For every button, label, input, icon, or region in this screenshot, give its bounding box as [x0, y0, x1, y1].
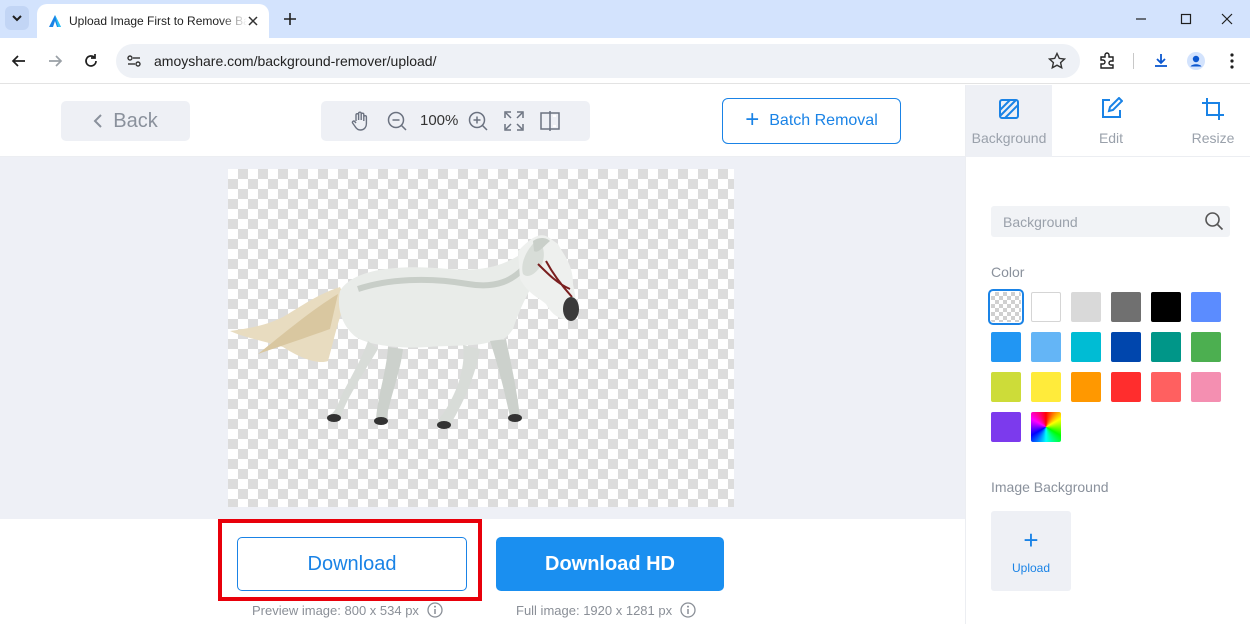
toolbar-divider [1133, 53, 1134, 69]
color-swatch[interactable] [991, 412, 1021, 442]
info-icon[interactable] [427, 602, 443, 618]
color-swatch[interactable] [991, 332, 1021, 362]
chevron-down-icon [12, 15, 22, 22]
info-icon[interactable] [680, 602, 696, 618]
zoom-level: 100% [420, 112, 459, 129]
tab-background[interactable]: Background [966, 85, 1052, 157]
color-swatch[interactable] [1071, 292, 1101, 322]
tab-edit[interactable]: Edit [1068, 85, 1154, 157]
tab-search-button[interactable] [5, 6, 29, 30]
panel-tabs: Background Edit Resize [965, 85, 1250, 157]
new-tab-icon[interactable] [280, 9, 300, 29]
editor-header: Back 100% + Batch Removal [0, 85, 965, 157]
browser-tab[interactable]: Upload Image First to Remove Background [37, 4, 269, 38]
color-swatch[interactable] [1151, 332, 1181, 362]
color-swatch[interactable] [1191, 332, 1221, 362]
plus-icon: + [745, 106, 760, 133]
background-search-input[interactable] [991, 206, 1191, 237]
preview-size-text: Preview image: 800 x 534 px [252, 602, 419, 618]
browser-toolbar: amoyshare.com/background-remover/upload/ [0, 38, 1250, 84]
background-panel: Color Image Background + Upload [965, 157, 1250, 624]
download-hd-button[interactable]: Download HD [496, 537, 724, 591]
color-swatch[interactable] [1031, 332, 1061, 362]
color-section-label: Color [991, 264, 1025, 280]
url-text: amoyshare.com/background-remover/upload/ [154, 53, 437, 69]
color-swatch[interactable] [1071, 372, 1101, 402]
window-close-icon[interactable] [1204, 0, 1250, 38]
hand-pan-icon[interactable] [349, 110, 371, 132]
downloads-icon[interactable] [1151, 51, 1171, 71]
color-swatch[interactable] [1111, 332, 1141, 362]
plus-icon: + [1023, 525, 1039, 555]
extensions-icon[interactable] [1097, 51, 1117, 71]
bookmark-star-icon[interactable] [1048, 52, 1066, 70]
download-actions: Download Download HD Preview image: 800 … [0, 519, 965, 624]
preview-size-note: Preview image: 800 x 534 px [252, 602, 443, 618]
horse-cutout-image [230, 235, 579, 429]
back-button-label: Back [113, 109, 158, 132]
address-bar[interactable]: amoyshare.com/background-remover/upload/ [116, 44, 1080, 78]
color-swatch[interactable] [1031, 292, 1061, 322]
tab-close-icon[interactable] [245, 13, 261, 29]
profile-avatar-icon[interactable] [1186, 51, 1206, 71]
color-swatch[interactable] [1031, 372, 1061, 402]
browser-menu-icon[interactable] [1222, 51, 1242, 71]
search-icon[interactable] [1204, 211, 1224, 231]
color-swatch[interactable] [1191, 292, 1221, 322]
color-swatch-transparent[interactable] [988, 289, 1024, 325]
color-swatch[interactable] [991, 372, 1021, 402]
edit-icon [1098, 96, 1124, 122]
result-preview-image[interactable] [228, 169, 734, 507]
crop-icon [1200, 96, 1226, 122]
tab-title: Upload Image First to Remove Background [69, 14, 247, 28]
color-swatch[interactable] [1071, 332, 1101, 362]
background-icon [996, 96, 1022, 122]
amoyshare-favicon-icon [49, 15, 61, 27]
tab-edit-label: Edit [1098, 130, 1124, 146]
chevron-left-icon [93, 113, 103, 129]
full-size-note: Full image: 1920 x 1281 px [516, 602, 696, 618]
back-arrow-icon[interactable] [7, 49, 31, 73]
color-swatch-custom[interactable] [1031, 412, 1061, 442]
minimize-icon[interactable] [1118, 0, 1164, 38]
tab-resize-label: Resize [1191, 130, 1235, 146]
download-button[interactable]: Download [237, 537, 467, 591]
upload-background-button[interactable]: + Upload [991, 511, 1071, 591]
upload-label: Upload [1011, 561, 1051, 575]
color-swatch[interactable] [1111, 372, 1141, 402]
color-swatch[interactable] [1111, 292, 1141, 322]
fit-screen-icon[interactable] [503, 110, 525, 132]
tab-background-label: Background [971, 130, 1047, 146]
color-swatch[interactable] [1151, 372, 1181, 402]
full-size-text: Full image: 1920 x 1281 px [516, 602, 673, 618]
color-swatch[interactable] [1191, 372, 1221, 402]
color-swatch[interactable] [1151, 292, 1181, 322]
back-button[interactable]: Back [61, 101, 190, 141]
zoom-in-icon[interactable] [467, 110, 489, 132]
reload-icon[interactable] [79, 49, 103, 73]
batch-removal-button[interactable]: + Batch Removal [722, 98, 901, 144]
batch-removal-label: Batch Removal [769, 112, 878, 129]
browser-tabstrip: Upload Image First to Remove Background [0, 0, 1250, 38]
compare-split-icon[interactable] [539, 110, 561, 132]
tab-resize[interactable]: Resize [1170, 85, 1250, 157]
image-background-label: Image Background [991, 479, 1109, 495]
zoom-out-icon[interactable] [386, 110, 408, 132]
site-settings-icon[interactable] [124, 51, 144, 71]
maximize-icon[interactable] [1163, 0, 1209, 38]
canvas-area [0, 157, 965, 519]
background-search [991, 206, 1230, 237]
forward-arrow-icon[interactable] [43, 49, 67, 73]
